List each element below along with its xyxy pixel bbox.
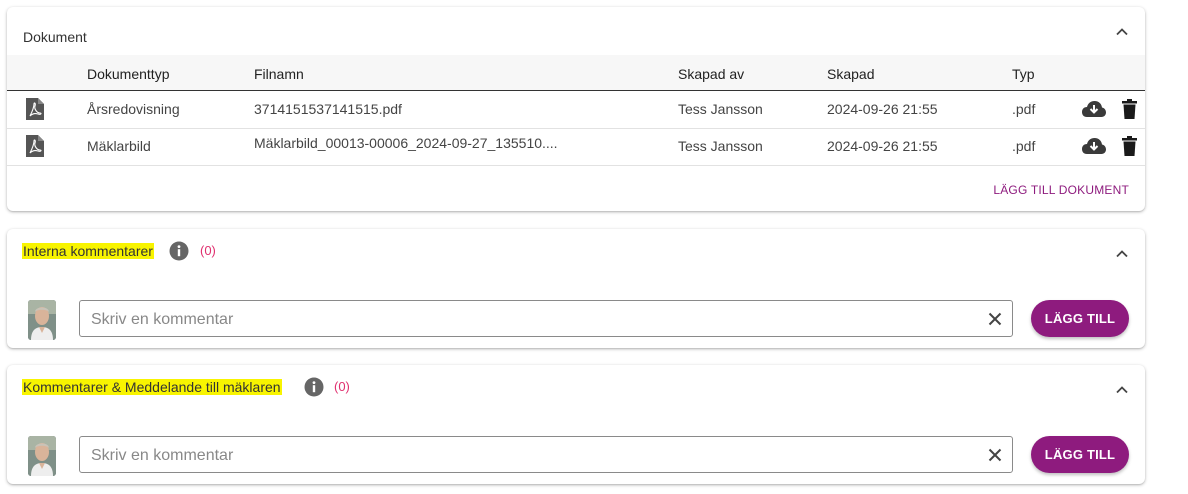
info-icon[interactable] bbox=[169, 241, 189, 261]
cell-created: 2024-09-26 21:55 bbox=[827, 101, 938, 117]
chevron-up-icon[interactable] bbox=[1115, 383, 1129, 397]
broker-comments-title: Kommentarer & Meddelande till mäklaren bbox=[22, 379, 282, 395]
add-broker-comment-button[interactable]: LÄGG TILL bbox=[1031, 436, 1129, 473]
broker-comment-field[interactable] bbox=[79, 436, 1013, 474]
trash-icon[interactable] bbox=[1122, 136, 1137, 156]
column-header-filename[interactable]: Filnamn bbox=[254, 66, 304, 82]
add-document-button[interactable]: LÄGG TILL DOKUMENT bbox=[993, 183, 1129, 197]
column-header-created-by[interactable]: Skapad av bbox=[678, 66, 744, 82]
chevron-up-icon[interactable] bbox=[1115, 25, 1129, 39]
cell-created-by: Tess Jansson bbox=[678, 101, 763, 117]
documents-title: Dokument bbox=[23, 29, 87, 45]
internal-comments-title: Interna kommentarer bbox=[22, 243, 154, 259]
internal-comment-input[interactable] bbox=[89, 301, 973, 338]
close-icon[interactable] bbox=[988, 448, 1002, 462]
comment-count: (0) bbox=[200, 243, 216, 258]
column-header-type[interactable]: Dokumenttyp bbox=[87, 66, 169, 82]
cell-type: Årsredovisning bbox=[87, 101, 180, 117]
chevron-up-icon[interactable] bbox=[1115, 247, 1129, 261]
comment-count: (0) bbox=[334, 379, 350, 394]
cell-created-by: Tess Jansson bbox=[678, 138, 763, 154]
avatar bbox=[28, 436, 56, 476]
column-header-created[interactable]: Skapad bbox=[827, 66, 874, 82]
broker-comments-panel: Kommentarer & Meddelande till mäklaren (… bbox=[7, 365, 1145, 484]
column-header-ext[interactable]: Typ bbox=[1012, 66, 1035, 82]
documents-table-header: Dokumenttyp Filnamn Skapad av Skapad Typ bbox=[7, 55, 1145, 91]
close-icon[interactable] bbox=[988, 312, 1002, 326]
cloud-download-icon[interactable] bbox=[1081, 136, 1107, 156]
trash-icon[interactable] bbox=[1122, 99, 1137, 119]
internal-comment-field[interactable] bbox=[79, 300, 1013, 338]
table-row[interactable]: Mäklarbild Mäklarbild_00013-00006_2024-0… bbox=[7, 128, 1145, 166]
cell-filename[interactable]: Mäklarbild_00013-00006_2024-09-27_135510… bbox=[254, 135, 558, 151]
broker-comment-input[interactable] bbox=[89, 437, 973, 474]
pdf-file-icon bbox=[26, 98, 44, 120]
avatar bbox=[28, 300, 56, 340]
cell-type: Mäklarbild bbox=[87, 138, 151, 154]
internal-comments-panel: Interna kommentarer (0) LÄGG TILL bbox=[7, 229, 1145, 348]
cell-created: 2024-09-26 21:55 bbox=[827, 138, 938, 154]
cell-ext: .pdf bbox=[1012, 101, 1036, 117]
pdf-file-icon bbox=[26, 135, 44, 157]
documents-panel: Dokument Dokumenttyp Filnamn Skapad av S… bbox=[7, 7, 1145, 211]
cloud-download-icon[interactable] bbox=[1081, 99, 1107, 119]
table-row[interactable]: Årsredovisning 3714151537141515.pdf Tess… bbox=[7, 91, 1145, 129]
cell-ext: .pdf bbox=[1012, 138, 1036, 154]
info-icon[interactable] bbox=[304, 377, 324, 397]
add-internal-comment-button[interactable]: LÄGG TILL bbox=[1031, 300, 1129, 337]
cell-filename[interactable]: 3714151537141515.pdf bbox=[254, 101, 402, 117]
